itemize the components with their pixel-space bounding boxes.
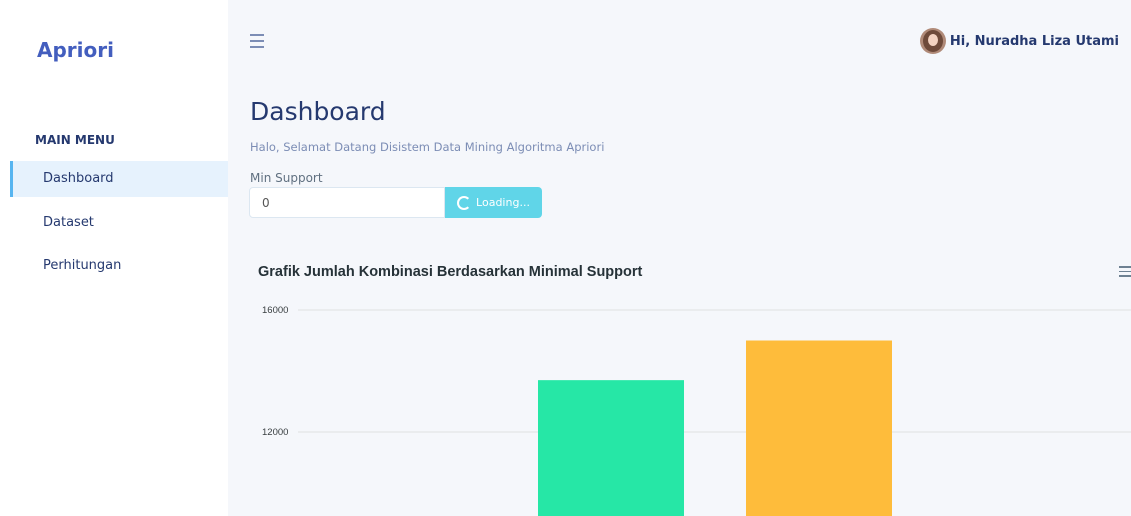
y-tick-label: 16000 — [262, 305, 288, 316]
bar-2[interactable] — [746, 340, 892, 516]
bar-chart: 16000 12000 — [262, 305, 1131, 516]
bar-1[interactable] — [538, 380, 684, 516]
y-tick-label: 12000 — [262, 427, 288, 438]
